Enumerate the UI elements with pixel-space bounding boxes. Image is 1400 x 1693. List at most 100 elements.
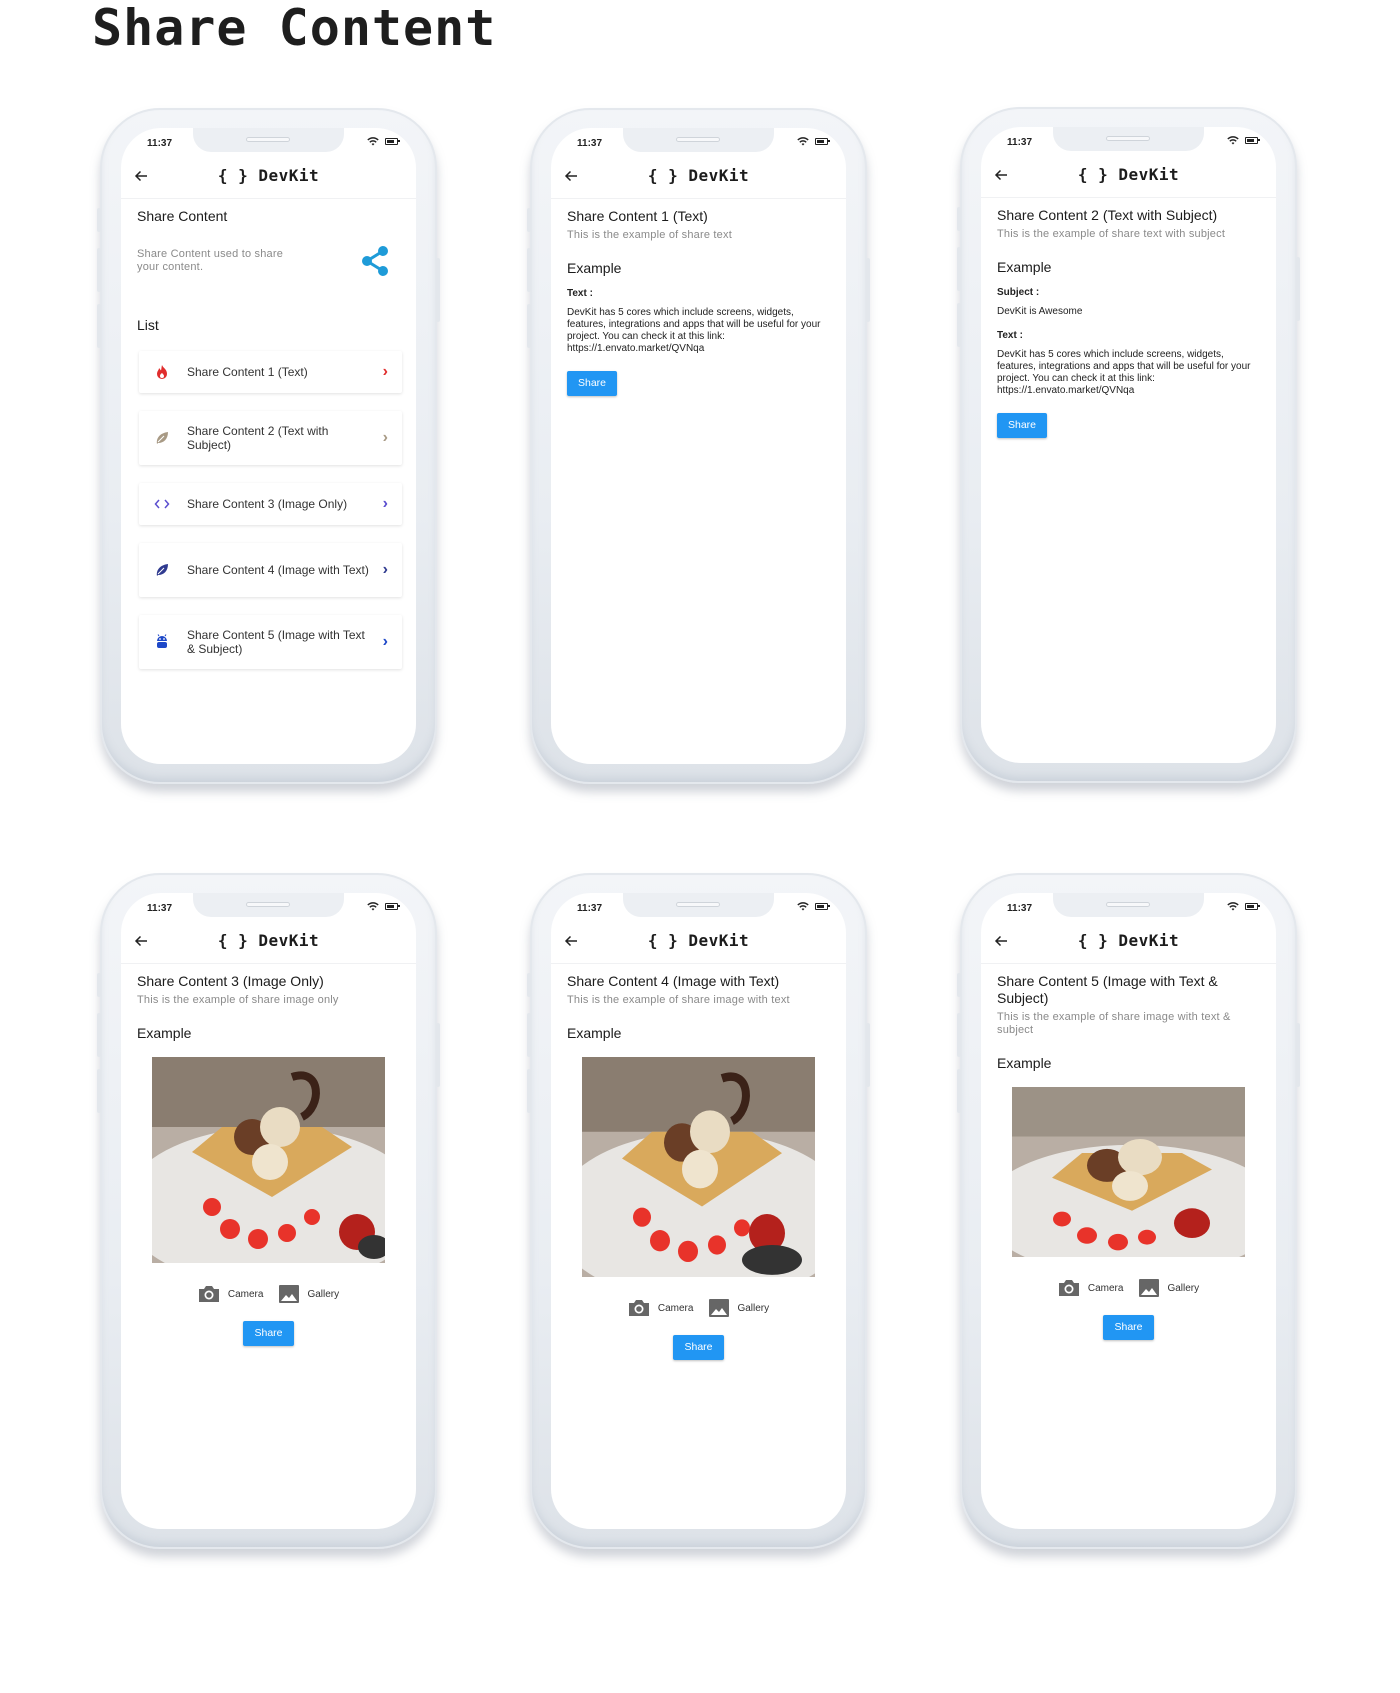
wifi-icon (1227, 136, 1239, 145)
status-icons (1227, 135, 1260, 145)
notch (623, 128, 774, 152)
list-item-share-content-4[interactable]: Share Content 4 (Image with Text) › (139, 543, 402, 597)
share-button[interactable]: Share (673, 1335, 724, 1360)
phone-frame-list: 11:37 { } DevKit Share Content Share Con… (97, 108, 440, 784)
screen-title: Share Content 4 (Image with Text) (567, 973, 780, 989)
app-bar: { } DevKit (981, 155, 1276, 198)
app-bar: { } DevKit (981, 921, 1276, 964)
status-icons (367, 901, 400, 911)
image-source-row: Camera Gallery (567, 1299, 830, 1317)
status-time: 11:37 (1007, 903, 1033, 914)
camera-option[interactable]: Camera (198, 1285, 264, 1303)
app-bar: { } DevKit (121, 921, 416, 964)
status-time: 11:37 (577, 138, 603, 149)
screen: 11:37 { } DevKit Share Content 2 (Text w… (981, 127, 1276, 763)
gallery-option[interactable]: Gallery (1139, 1279, 1199, 1297)
phone-frame-image-only: 11:37 { } DevKit Share Content 3 (Image … (97, 873, 440, 1549)
gallery-option[interactable]: Gallery (279, 1285, 339, 1303)
screen-title: Share Content 5 (Image with Text & Subje… (997, 973, 1218, 1006)
list-heading: List (137, 317, 159, 333)
app-brand: { } DevKit (217, 166, 320, 185)
status-time: 11:37 (1007, 137, 1033, 148)
speaker (246, 137, 290, 142)
list-item-share-content-2[interactable]: Share Content 2 (Text with Subject) › (139, 411, 402, 465)
gallery-label: Gallery (737, 1302, 770, 1314)
battery-icon (385, 902, 400, 910)
example-heading: Example (137, 1025, 192, 1041)
example-heading: Example (997, 259, 1052, 275)
speaker (676, 902, 720, 907)
battery-icon (1245, 136, 1260, 144)
screen: 11:37 { } DevKit Share Content 4 (Image … (551, 893, 846, 1529)
app-bar: { } DevKit (551, 921, 846, 964)
subject-value: DevKit is Awesome (997, 306, 1083, 317)
notch (623, 893, 774, 917)
speaker (246, 902, 290, 907)
app-brand: { } DevKit (647, 931, 750, 950)
preview-image (152, 1057, 385, 1263)
list-item-label: Share Content 3 (Image Only) (187, 497, 348, 511)
camera-icon (1058, 1280, 1079, 1296)
chevron-right-icon: › (382, 633, 388, 650)
gallery-option[interactable]: Gallery (709, 1299, 769, 1317)
chevron-right-icon: › (382, 561, 388, 578)
gallery-label: Gallery (1167, 1282, 1200, 1294)
list-item-label: Share Content 1 (Text) (187, 365, 308, 379)
wifi-icon (367, 902, 379, 911)
image-source-row: Camera Gallery (137, 1285, 400, 1303)
text-label: Text : (567, 288, 593, 299)
list-item-share-content-3[interactable]: Share Content 3 (Image Only) › (139, 483, 402, 525)
camera-option[interactable]: Camera (628, 1299, 694, 1317)
camera-label: Camera (657, 1302, 694, 1314)
share-button[interactable]: Share (1103, 1315, 1154, 1340)
chevron-right-icon: › (382, 363, 388, 380)
content: Share Content 4 (Image with Text) This i… (567, 973, 830, 1360)
screen-title: Share Content 1 (Text) (567, 208, 708, 224)
screen-subtitle: This is the example of share text with s… (997, 228, 1226, 240)
speaker (676, 137, 720, 142)
fire-icon (157, 365, 167, 379)
gallery-label: Gallery (307, 1288, 340, 1300)
list-item-share-content-5[interactable]: Share Content 5 (Image with Text & Subje… (139, 615, 402, 669)
screen-title: Share Content (137, 208, 228, 224)
battery-icon (815, 137, 830, 145)
wifi-icon (367, 137, 379, 146)
example-heading: Example (567, 1025, 622, 1041)
text-value: DevKit has 5 cores which include screens… (997, 349, 1251, 396)
content: Share Content 5 (Image with Text & Subje… (997, 973, 1260, 1340)
notch (193, 128, 344, 152)
wifi-icon (797, 137, 809, 146)
phone-frame-image-text-subject: 11:37 { } DevKit Share Content 5 (Image … (957, 873, 1300, 1549)
phone-frame-text: 11:37 { } DevKit Share Content 1 (Text) … (527, 108, 870, 784)
gallery-icon (709, 1299, 730, 1317)
screen: 11:37 { } DevKit Share Content 1 (Text) … (551, 128, 846, 764)
battery-icon (385, 137, 400, 145)
app-brand: { } DevKit (1077, 165, 1180, 184)
camera-option[interactable]: Camera (1058, 1279, 1124, 1297)
status-icons (797, 136, 830, 146)
wifi-icon (797, 902, 809, 911)
content: Share Content 3 (Image Only) This is the… (137, 973, 400, 1346)
phone-frame-image-text: 11:37 { } DevKit Share Content 4 (Image … (527, 873, 870, 1549)
share-button[interactable]: Share (997, 413, 1048, 438)
code-icon (154, 499, 170, 509)
speaker (1106, 902, 1150, 907)
leaf-icon (156, 564, 168, 576)
example-heading: Example (997, 1055, 1052, 1071)
notch (1053, 893, 1204, 917)
gallery-icon (279, 1285, 300, 1303)
camera-icon (628, 1300, 649, 1316)
camera-label: Camera (1087, 1282, 1124, 1294)
content: Share Content Share Content used to shar… (137, 208, 402, 669)
dessert-photo (152, 1057, 385, 1263)
share-button[interactable]: Share (243, 1321, 294, 1346)
list-item-label: Share Content 5 (Image with Text & Subje… (187, 628, 365, 656)
chevron-right-icon: › (382, 495, 388, 512)
status-icons (1227, 901, 1260, 911)
list-item-share-content-1[interactable]: Share Content 1 (Text) › (139, 351, 402, 393)
android-icon (157, 634, 167, 648)
screen-title: Share Content 3 (Image Only) (137, 973, 324, 989)
camera-label: Camera (227, 1288, 264, 1300)
app-bar: { } DevKit (121, 156, 416, 199)
share-button[interactable]: Share (567, 371, 618, 396)
